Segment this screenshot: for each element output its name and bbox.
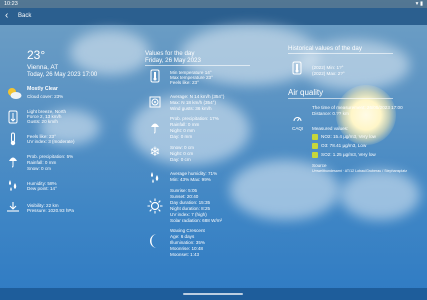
condition-text: Mostly Clear [27,86,58,92]
uv-index: UV index: 3 (moderate) [27,139,75,144]
moon-phase: Waxing Crescent [170,228,205,233]
thermometer-icon [8,132,18,146]
day-rain-night: Night: 0 mm [170,128,195,133]
city-name: Vienna, AT [27,64,59,71]
umbrella-icon [8,154,18,168]
source-label: Source [312,163,327,168]
history-header: Historical values of the day [288,45,362,52]
moon-illumination: Illumination: 35% [170,240,205,245]
day-rain-day: Day: 0 mm [170,134,193,139]
station-distance: Distance: 0.?? km [312,111,349,116]
current-temperature: 23° [27,48,46,62]
day-snow: Snow: 0 cm [170,145,194,150]
cloud-shape [340,170,420,220]
caqi-label: CAQI [292,126,304,131]
day-snow-night: Night: 0 cm [170,151,194,156]
moon-age: Age: 6 days [170,234,195,239]
rainfall: Rainfall: 0 mm [27,160,57,165]
wind-line-3: Gusts: 20 km/h [27,119,58,124]
wind-direction-icon [8,110,18,124]
moonset: Moonset: 1:43 [170,252,200,257]
home-gesture-handle[interactable] [183,293,243,295]
thermometer-range-icon [292,61,302,75]
sunrise: Sunrise: 5:05 [170,188,198,193]
day-wind-avg: Average: N 14 km/h (354°) [170,94,225,99]
back-arrow-icon[interactable]: ‹ [5,11,15,21]
precip-prob: Prob. precipitation: 5% [27,154,74,159]
cloud-cover: Cloud cover: 23% [27,94,64,99]
caqi-badge [312,134,318,140]
day-section-header: Values for the day [145,50,195,57]
day-snow-day: Day: 0 cm [170,157,191,162]
humidity-drops-icon [7,178,19,192]
back-button[interactable]: Back [18,8,31,25]
night-duration: Night duration: 8:25 [170,206,211,211]
day-humidity-range: Min: 43% Max: 99% [170,177,211,182]
moonrise: Moonrise: 10:48 [170,246,203,251]
day-rainfall: Rainfall: 0 mm [170,122,200,127]
visibility-icon [6,201,20,213]
sunset: Sunset: 20:40 [170,194,199,199]
thermometer-range-icon [150,69,160,83]
source-link[interactable]: Umweltbundesamt · AT/12 Lobau/Gruberau /… [312,169,407,175]
caqi-badge [312,152,318,158]
app-bar: ‹ Back [0,8,427,25]
current-datetime: Today, 26 May 2023 17:00 [27,72,98,78]
umbrella-icon [150,120,160,134]
battery-icon: ▾ ▮ [415,1,423,7]
pollutant-so2: SO2: 1.25 µg/m3, Very low [321,152,376,157]
compass-icon [149,96,161,108]
history-min: (2022) Min: 1?° [312,65,344,70]
gauge-icon [293,114,302,123]
day-feels-like: Feels like: 23° [170,80,199,85]
snowflake-icon: ❄ [149,144,161,159]
partly-cloudy-icon [6,86,22,100]
cloud-shape [70,30,150,75]
day-wind-gusts: Wind gusts: 36 km/h [170,106,212,111]
solar-radiation: Solar radiation: 688 W/m² [170,218,223,223]
history-max: (2022) Max: 2?° [312,71,345,76]
humidity-drops-icon [149,170,161,184]
pollutant-o3: O3: 78.41 µg/m3, Low [321,143,367,148]
day-divider [145,65,250,66]
pressure: Pressure: 1020.93 hPa [27,208,74,213]
moon-icon [148,233,162,249]
sun-icon [147,198,163,214]
history-divider [288,53,393,54]
air-quality-title: Air quality [288,88,324,97]
day-precip-prob: Prob. precipitation: 17% [170,116,219,121]
measurement-time: The time of measurement: 26/05/2023 17:0… [312,105,403,110]
day-wind-max: Max: N 18 km/h (354°) [170,100,217,105]
pollutant-no2: NO2: 15.4 µg/m3, Very low [321,134,376,139]
dew-point: Dew point: 14° [27,186,57,191]
day-avg-humidity: Average humidity: 71% [170,171,218,176]
air-divider [288,98,393,99]
navigation-bar [0,288,427,300]
snowfall: Snow: 0 cm [27,166,51,171]
status-bar: 10:23 ▾ ▮ [0,0,427,8]
day-section-date: Friday, 26 May 2023 [145,57,201,64]
caqi-badge [312,143,318,149]
day-duration: Day duration: 15:35 [170,200,211,205]
day-uv-index: UV index: 7 (high) [170,212,207,217]
status-time: 10:23 [4,1,18,7]
measured-values-label: Measured values: [312,126,349,131]
